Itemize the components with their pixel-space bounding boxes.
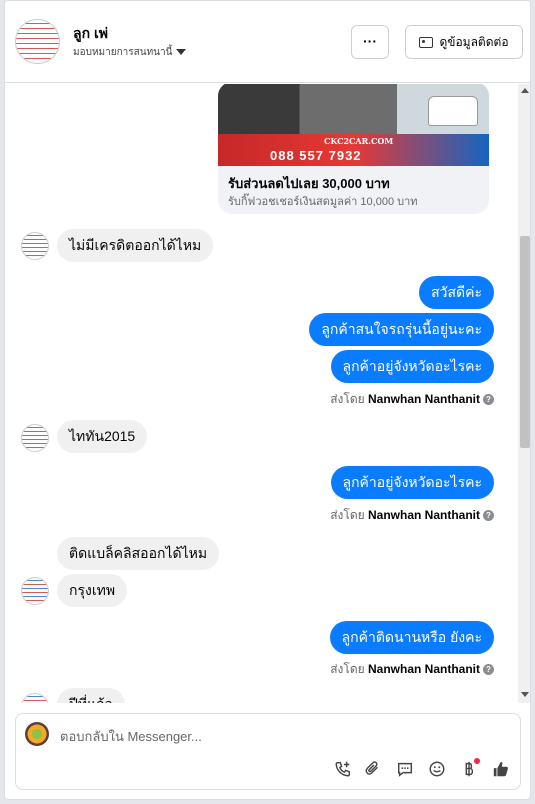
like-icon[interactable] <box>490 758 512 780</box>
incoming-message[interactable]: ไม่มีเครดิตออกได้ไหม <box>57 229 214 262</box>
ad-title: รับส่วนลดไปเลย 30,000 บาท <box>228 176 390 191</box>
scroll-thumb[interactable] <box>520 236 530 448</box>
conversation-panel: ลูก เพ่ มอบหมายการสนทนานี้ ··· ดูข้อมูลต… <box>4 0 531 800</box>
contact-avatar-small <box>21 693 49 703</box>
truck-image <box>428 96 478 126</box>
help-icon[interactable]: ? <box>483 664 494 676</box>
outgoing-message[interactable]: ลูกค้าติดนานหรือ ยังคะ <box>329 621 494 654</box>
help-icon[interactable]: ? <box>483 394 494 406</box>
incoming-message[interactable]: ติดแบล็คลิสออกได้ไหม <box>57 537 220 570</box>
reply-composer <box>15 713 521 790</box>
ad-site-text: CKC2CAR.COM <box>324 136 394 146</box>
assign-conversation-dropdown[interactable]: มอบหมายการสนทนานี้ <box>73 45 187 60</box>
reply-input[interactable] <box>60 726 460 746</box>
emoji-icon[interactable] <box>426 758 448 780</box>
page-avatar <box>25 722 49 746</box>
help-icon[interactable]: ? <box>483 510 494 522</box>
contact-avatar[interactable] <box>15 19 60 64</box>
outgoing-message[interactable]: ลูกค้าอยู่จังหวัดอะไรคะ <box>330 466 494 499</box>
sent-by-label: ส่งโดย Nanwhan Nanthanit? <box>330 660 494 679</box>
contact-avatar-small <box>21 424 49 452</box>
scroll-down-arrow-icon[interactable] <box>521 692 529 697</box>
notification-dot <box>474 758 480 764</box>
contact-avatar-small <box>21 577 49 605</box>
ad-image: CKC2CAR.COM 088 557 7932 <box>218 84 489 166</box>
ad-preview-card[interactable]: CKC2CAR.COM 088 557 7932 รับส่วนลดไปเลย … <box>218 84 489 214</box>
ad-phone-text: 088 557 7932 <box>270 148 362 163</box>
contact-avatar-small <box>21 232 49 260</box>
ad-subtitle: รับกิ๊ฟวอชเชอร์เงินสดมูลค่า 10,000 บาท <box>228 196 418 208</box>
incoming-message[interactable]: ปีที่แล้ว <box>57 688 125 703</box>
view-contact-info-label: ดูข้อมูลติดต่อ <box>439 34 509 49</box>
scroll-up-arrow-icon[interactable] <box>521 88 529 93</box>
message-thread[interactable]: CKC2CAR.COM 088 557 7932 รับส่วนลดไปเลย … <box>5 84 530 703</box>
sent-by-label: ส่งโดย Nanwhan Nanthanit? <box>330 390 494 409</box>
more-options-button[interactable]: ··· <box>351 25 389 59</box>
baht-icon[interactable] <box>458 758 480 780</box>
thread-scrollbar[interactable] <box>518 84 530 703</box>
incoming-message[interactable]: ไททัน2015 <box>57 420 148 453</box>
incoming-message[interactable]: กรุงเทพ <box>57 574 128 607</box>
paperclip-icon[interactable] <box>362 758 384 780</box>
sent-by-prefix: ส่งโดย <box>330 508 365 522</box>
sent-by-label: ส่งโดย Nanwhan Nanthanit? <box>330 506 494 525</box>
phone-add-icon[interactable] <box>332 758 354 780</box>
saved-reply-icon[interactable] <box>394 758 416 780</box>
sender-name: Nanwhan Nanthanit <box>367 392 480 406</box>
outgoing-message[interactable]: ลูกค้าสนใจรถรุ่นนี้อยู่นะคะ <box>309 313 494 346</box>
caret-down-icon <box>176 49 187 56</box>
contact-card-icon <box>419 36 434 48</box>
contact-name[interactable]: ลูก เพ่ <box>73 23 108 45</box>
sent-by-prefix: ส่งโดย <box>330 662 365 676</box>
outgoing-message[interactable]: สวัสดีค่ะ <box>419 276 494 309</box>
outgoing-message[interactable]: ลูกค้าอยู่จังหวัดอะไรคะ <box>330 350 494 383</box>
conversation-header: ลูก เพ่ มอบหมายการสนทนานี้ ··· ดูข้อมูลต… <box>5 1 530 83</box>
assign-label: มอบหมายการสนทนานี้ <box>73 47 173 58</box>
sender-name: Nanwhan Nanthanit <box>367 662 480 676</box>
sent-by-prefix: ส่งโดย <box>330 392 365 406</box>
sender-name: Nanwhan Nanthanit <box>367 508 480 522</box>
view-contact-info-button[interactable]: ดูข้อมูลติดต่อ <box>405 25 523 59</box>
